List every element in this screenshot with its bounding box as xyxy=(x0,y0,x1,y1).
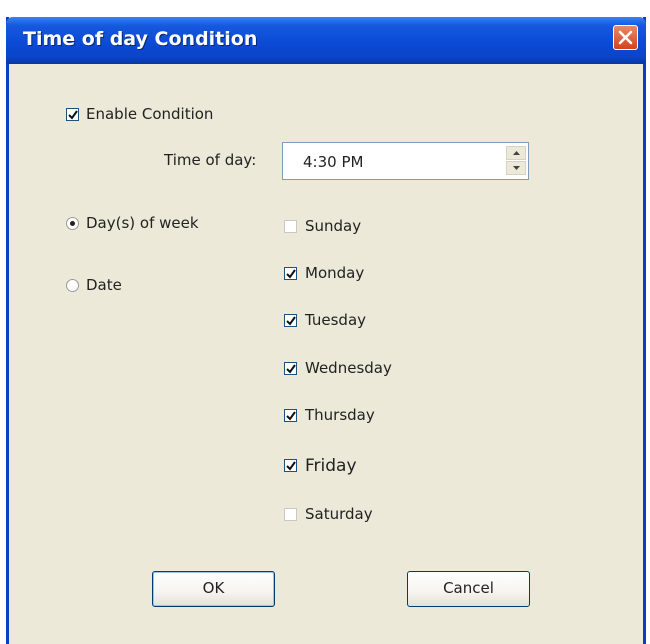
radio-date[interactable] xyxy=(66,279,79,292)
close-button[interactable] xyxy=(613,25,638,50)
radio-selected-dot xyxy=(70,221,75,226)
arrow-down-icon xyxy=(513,166,520,170)
sunday-label: Sunday xyxy=(305,217,362,235)
spin-down-button[interactable] xyxy=(506,161,526,175)
wednesday-checkbox[interactable] xyxy=(284,362,297,375)
checkmark-icon xyxy=(286,269,296,279)
ok-button[interactable]: OK xyxy=(152,571,275,607)
enable-condition-checkbox[interactable] xyxy=(66,108,79,121)
time-of-day-label: Time of day: xyxy=(164,151,257,169)
friday-label: Friday xyxy=(305,456,357,476)
time-of-day-field[interactable]: 4:30 PM xyxy=(282,142,529,180)
tuesday-checkbox[interactable] xyxy=(284,314,297,327)
spin-up-button[interactable] xyxy=(506,146,526,160)
monday-label: Monday xyxy=(305,264,365,282)
thursday-checkbox[interactable] xyxy=(284,409,297,422)
checkmark-icon xyxy=(68,110,78,120)
dialog-body: Enable Condition Time of day: 4:30 PM Da… xyxy=(9,64,643,644)
date-label: Date xyxy=(86,276,122,294)
dialog-window: Time of day Condition Enable Condition T… xyxy=(6,17,646,644)
time-spinner[interactable] xyxy=(506,146,526,176)
radio-days-of-week[interactable] xyxy=(66,217,79,230)
time-of-day-value[interactable]: 4:30 PM xyxy=(303,153,363,171)
friday-checkbox[interactable] xyxy=(284,459,297,472)
arrow-up-icon xyxy=(513,151,520,155)
saturday-checkbox[interactable] xyxy=(284,508,297,521)
saturday-label: Saturday xyxy=(305,505,373,523)
enable-condition-label: Enable Condition xyxy=(86,105,214,123)
checkmark-icon xyxy=(286,316,296,326)
close-icon xyxy=(618,30,633,45)
title-bar[interactable]: Time of day Condition xyxy=(6,17,646,64)
sunday-checkbox[interactable] xyxy=(284,220,297,233)
window-title: Time of day Condition xyxy=(23,28,258,50)
checkmark-icon xyxy=(286,364,296,374)
cancel-button[interactable]: Cancel xyxy=(407,571,530,607)
wednesday-label: Wednesday xyxy=(305,359,392,377)
days-of-week-label: Day(s) of week xyxy=(86,214,199,232)
thursday-label: Thursday xyxy=(305,406,375,424)
tuesday-label: Tuesday xyxy=(305,311,367,329)
checkmark-icon xyxy=(286,411,296,421)
monday-checkbox[interactable] xyxy=(284,267,297,280)
checkmark-icon xyxy=(286,461,296,471)
